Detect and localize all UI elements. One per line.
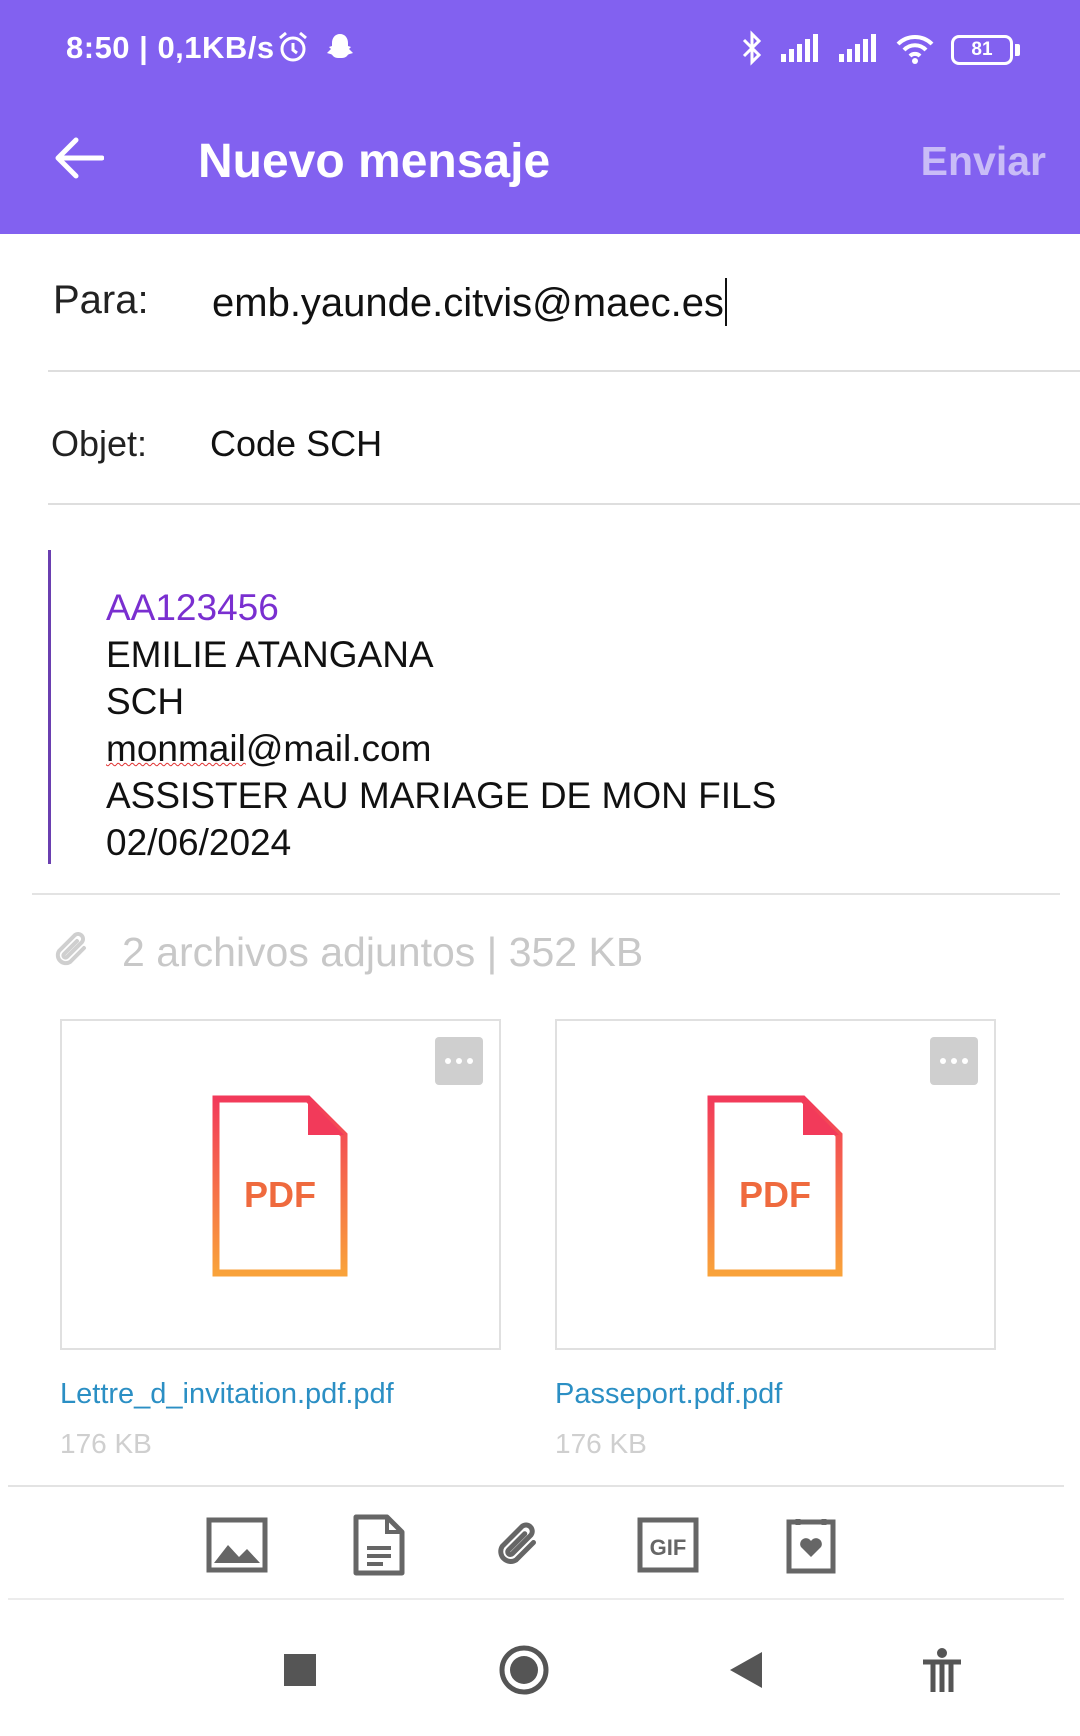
svg-text:PDF: PDF	[244, 1174, 316, 1215]
snapchat-icon	[324, 31, 356, 68]
status-bar: 8:50 | 0,1KB/s 81	[0, 0, 1080, 100]
attachments-header: 2 archivos adjuntos | 352 KB	[50, 926, 643, 979]
body-line-name: EMILIE ATANGANA	[106, 634, 434, 675]
body-line-date: 02/06/2024	[106, 822, 292, 863]
attachment-name[interactable]: Lettre_d_invitation.pdf.pdf	[60, 1378, 394, 1411]
pdf-icon: PDF	[707, 1095, 843, 1282]
signal-icon-2	[837, 32, 879, 69]
body-line-email: monmail@mail.com	[106, 728, 432, 769]
divider	[48, 503, 1080, 505]
attachment-size: 176 KB	[60, 1428, 152, 1459]
attachment-icon[interactable]	[486, 1510, 556, 1580]
back-nav-button[interactable]	[716, 1640, 776, 1700]
subject-field[interactable]: Code SCH	[210, 423, 382, 465]
wifi-icon	[895, 32, 935, 69]
more-options-button[interactable]	[435, 1037, 483, 1085]
square-icon	[284, 1654, 316, 1686]
recents-button[interactable]	[270, 1640, 330, 1700]
system-nav-bar	[0, 1600, 1080, 1736]
misspelled-word: monmail	[106, 728, 246, 769]
attachment-card[interactable]: PDF	[60, 1019, 501, 1350]
to-field[interactable]: emb.yaunde.citvis@maec.es	[212, 278, 727, 326]
bluetooth-icon	[741, 29, 763, 71]
divider	[48, 370, 1080, 372]
signal-icon-1	[779, 32, 821, 69]
pdf-icon: PDF	[212, 1095, 348, 1282]
triangle-back-icon	[730, 1652, 762, 1688]
divider	[32, 893, 1060, 895]
circle-icon	[499, 1645, 549, 1695]
app-header: 8:50 | 0,1KB/s 81 Nuevo mensaje Enviar	[0, 0, 1080, 234]
message-body[interactable]: AA123456 EMILIE ATANGANA SCH monmail@mai…	[106, 584, 776, 866]
accessibility-button[interactable]	[912, 1640, 972, 1700]
subject-label: Objet:	[51, 423, 148, 464]
to-label: Para:	[53, 278, 149, 322]
body-line-code: AA123456	[106, 587, 279, 628]
sticker-icon[interactable]	[776, 1510, 846, 1580]
alarm-icon	[276, 30, 310, 69]
back-button[interactable]	[48, 130, 108, 186]
attachments-summary: 2 archivos adjuntos | 352 KB	[122, 929, 644, 975]
text-caret	[724, 278, 727, 326]
attachment-size: 176 KB	[555, 1428, 647, 1459]
attachment-card[interactable]: PDF	[555, 1019, 996, 1350]
more-options-button[interactable]	[930, 1037, 978, 1085]
paperclip-icon	[50, 926, 98, 979]
body-line-type: SCH	[106, 681, 185, 722]
document-icon[interactable]	[344, 1510, 414, 1580]
gif-icon[interactable]: GIF	[633, 1510, 703, 1580]
image-icon[interactable]	[202, 1510, 272, 1580]
svg-text:PDF: PDF	[739, 1174, 811, 1215]
home-button[interactable]	[494, 1640, 554, 1700]
arrow-left-icon	[55, 137, 104, 179]
body-line-purpose: ASSISTER AU MARIAGE DE MON FILS	[106, 775, 777, 816]
attachment-name[interactable]: Passeport.pdf.pdf	[555, 1378, 782, 1411]
battery-icon: 81	[951, 35, 1020, 65]
page-title: Nuevo mensaje	[198, 135, 551, 188]
accessibility-icon	[923, 1648, 961, 1692]
svg-text:GIF: GIF	[650, 1535, 687, 1560]
battery-level: 81	[951, 35, 1013, 65]
status-time-speed: 8:50 | 0,1KB/s	[66, 30, 275, 65]
to-value: emb.yaunde.citvis@maec.es	[212, 281, 724, 325]
quote-bar	[48, 550, 51, 864]
compose-toolbar: GIF	[0, 1510, 1080, 1580]
divider	[8, 1485, 1064, 1487]
send-button[interactable]: Enviar	[921, 138, 1046, 185]
